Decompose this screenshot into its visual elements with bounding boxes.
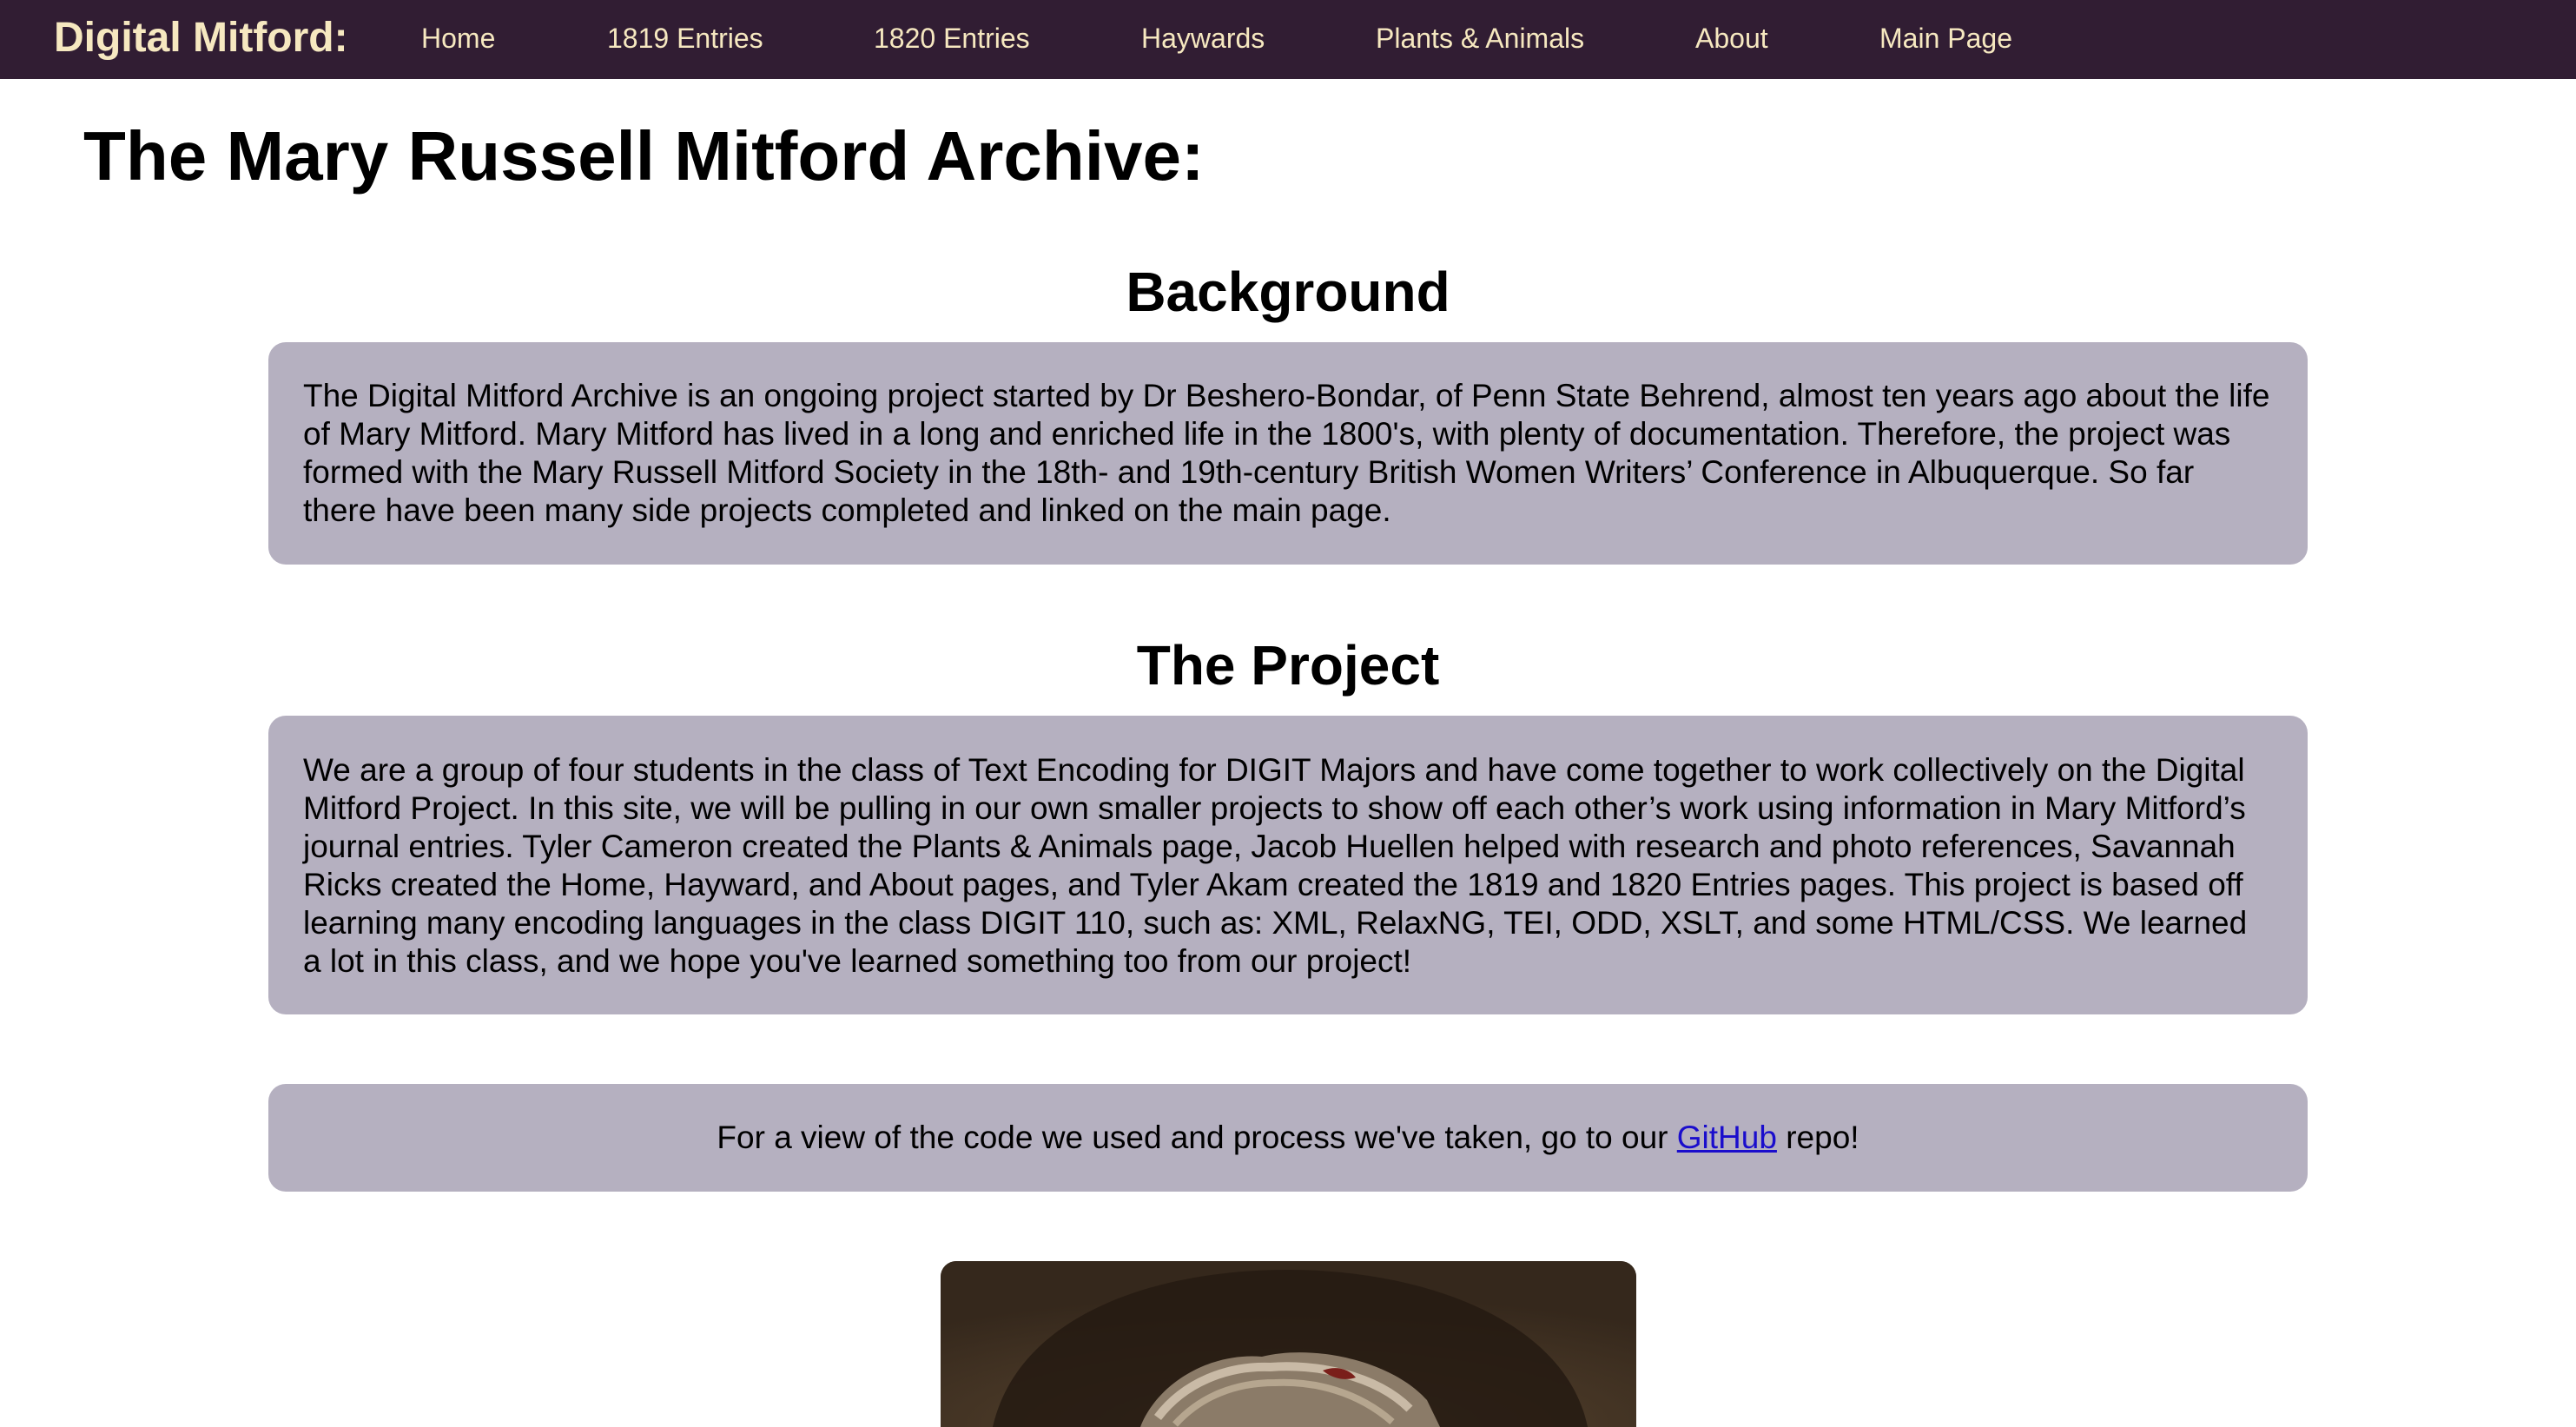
github-text-after: repo! xyxy=(1776,1120,1859,1155)
nav-item-about[interactable]: About xyxy=(1695,21,1768,56)
mitford-portrait-image xyxy=(941,1261,1636,1427)
page-title: The Mary Russell Mitford Archive: xyxy=(83,117,1205,195)
github-text: For a view of the code we used and proce… xyxy=(717,1119,1859,1157)
background-card: The Digital Mitford Archive is an ongoin… xyxy=(268,342,2308,565)
github-card: For a view of the code we used and proce… xyxy=(268,1084,2308,1192)
portrait-illustration xyxy=(941,1261,1636,1427)
site-brand[interactable]: Digital Mitford: xyxy=(54,14,348,63)
github-link[interactable]: GitHub xyxy=(1677,1120,1777,1155)
background-heading: Background xyxy=(1126,261,1450,323)
background-text: The Digital Mitford Archive is an ongoin… xyxy=(303,378,2270,528)
project-text: We are a group of four students in the c… xyxy=(303,752,2248,979)
nav-item-haywards[interactable]: Haywards xyxy=(1141,21,1265,56)
project-card: We are a group of four students in the c… xyxy=(268,716,2308,1014)
nav-item-1819-entries[interactable]: 1819 Entries xyxy=(607,21,763,56)
github-text-before: For a view of the code we used and proce… xyxy=(717,1120,1677,1155)
project-heading: The Project xyxy=(1136,634,1440,697)
nav-item-main-page[interactable]: Main Page xyxy=(1879,21,2012,56)
nav-item-1820-entries[interactable]: 1820 Entries xyxy=(874,21,1030,56)
top-navbar: Digital Mitford: Home 1819 Entries 1820 … xyxy=(0,0,2576,79)
nav-item-plants-animals[interactable]: Plants & Animals xyxy=(1376,21,1584,56)
nav-item-home[interactable]: Home xyxy=(421,21,495,56)
